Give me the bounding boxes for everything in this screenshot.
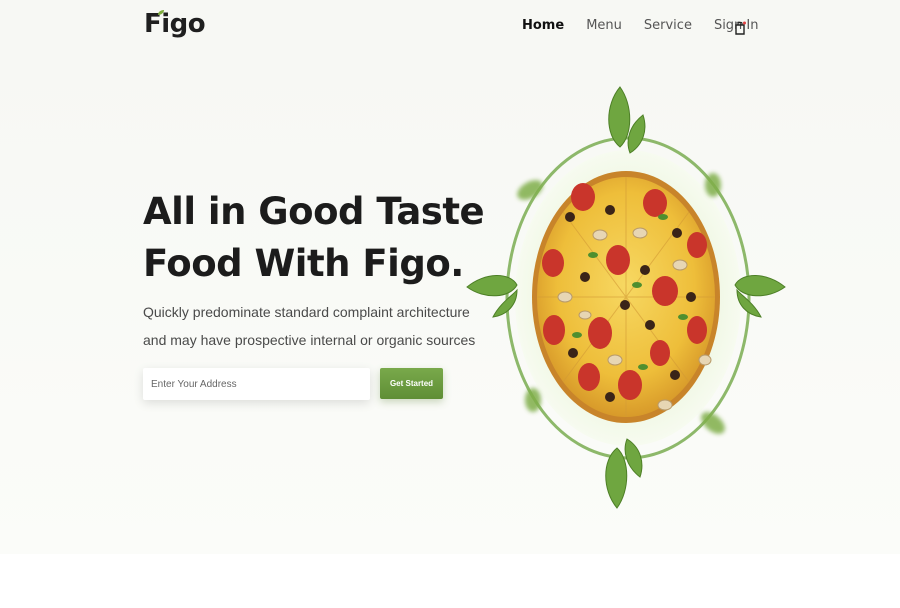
hero-title: All in Good Taste Food With Figo. xyxy=(143,186,485,290)
brand-logo[interactable]: Figo xyxy=(144,9,206,39)
address-input[interactable] xyxy=(143,368,370,400)
leaf-icon xyxy=(158,10,164,15)
nav-item-service[interactable]: Service xyxy=(644,18,692,33)
hero-title-line-2: Food With Figo. xyxy=(143,242,464,285)
nav-item-menu[interactable]: Menu xyxy=(586,18,622,33)
site-header: Figo Home Menu Service Sign In xyxy=(0,0,900,54)
get-started-button[interactable]: Get Started xyxy=(380,368,443,399)
nav-item-home[interactable]: Home xyxy=(522,18,564,33)
hero-title-line-1: All in Good Taste xyxy=(143,190,485,233)
shopping-bag-icon[interactable] xyxy=(734,20,746,36)
hero-description-line-2: and may have prospective internal or org… xyxy=(143,332,476,348)
hero-description: Quickly predominate standard complaint a… xyxy=(143,298,476,354)
brand-name: Figo xyxy=(144,9,206,39)
hero-description-line-1: Quickly predominate standard complaint a… xyxy=(143,304,470,320)
pizza-illustration xyxy=(466,86,786,509)
